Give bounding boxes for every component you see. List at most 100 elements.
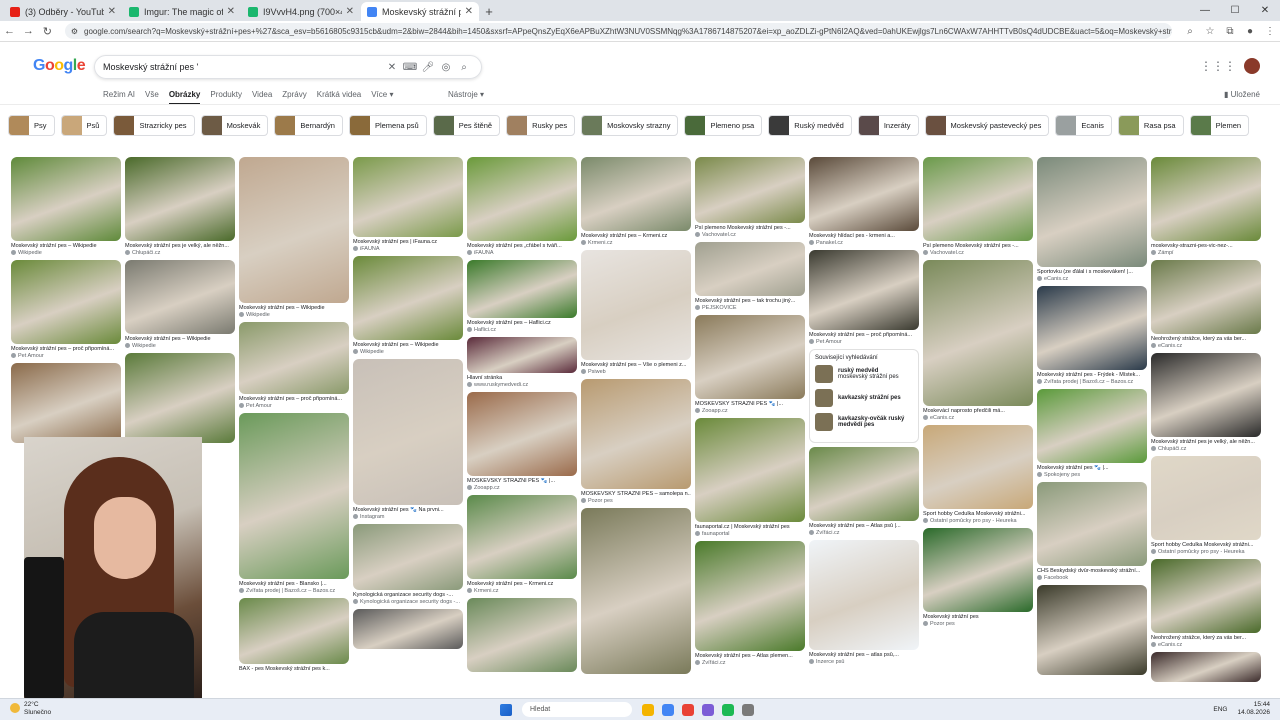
search-input[interactable]: Moskevský strážní pes ' <box>103 62 383 72</box>
weather-widget[interactable]: 22°C Slunečno <box>10 701 51 717</box>
result-image[interactable] <box>125 260 235 334</box>
image-result[interactable]: Moskevský strážní pes – Krmeni.cz Krmeni.… <box>467 495 577 594</box>
result-caption[interactable]: Moskevský strážní pes je velký, ale něžn… <box>1151 439 1261 445</box>
search-tab[interactable]: Více ▾ <box>371 90 393 105</box>
result-image[interactable] <box>125 353 235 443</box>
result-image[interactable] <box>467 495 577 579</box>
extensions-icon[interactable]: ⧉ <box>1220 26 1240 37</box>
back-icon[interactable]: ← <box>0 25 19 37</box>
image-result[interactable]: Psí plemeno Moskevský strážní pes -... Va… <box>695 157 805 238</box>
image-result[interactable]: MOSKEVSKÝ STRÁŽNÍ PES – samolepa n... Poz… <box>581 379 691 504</box>
result-source[interactable]: Facebook <box>1037 575 1147 581</box>
search-tab[interactable]: Produkty <box>210 90 242 105</box>
result-caption[interactable]: Neohrožený strážce, který za vás ber... <box>1151 635 1261 641</box>
image-result[interactable]: Moskevský strážní pes – Haflici.cz Haflic… <box>467 260 577 333</box>
result-image[interactable] <box>809 447 919 521</box>
image-result[interactable]: MOSKEVSKÝ STRÁŽNÍ PES 🐾 |... Zooapp.cz <box>467 392 577 491</box>
result-caption[interactable]: Moskevský strážní pes | iFauna.cz <box>353 239 463 245</box>
image-result[interactable]: Moskevský strážní pes – Vše o plemeni z.… <box>581 250 691 375</box>
avatar[interactable] <box>1244 58 1260 74</box>
result-image[interactable] <box>1037 286 1147 370</box>
result-image[interactable] <box>1037 585 1147 675</box>
image-result[interactable]: Moskevský strážní pes - Frýdek - Místek.… <box>1037 286 1147 385</box>
related-search-item[interactable]: kavkazsky-ovčák ruský medvědí pes <box>815 413 913 431</box>
refinement-chip[interactable]: Inzeráty <box>857 115 919 136</box>
result-source[interactable]: Pet Amour <box>809 339 919 345</box>
image-result[interactable]: Sport hobby Cedulka Moskevský strážni...… <box>923 425 1033 524</box>
image-result[interactable]: Psí plemeno Moskevský strážní pes -... Va… <box>923 157 1033 256</box>
result-image[interactable] <box>11 363 121 443</box>
browser-tab[interactable]: Imgur: The magic of the Intern ✕ <box>123 2 241 21</box>
maximize-icon[interactable]: ☐ <box>1220 0 1250 21</box>
image-result[interactable]: Sport hobby Cedulka Moskevský strážni...… <box>1151 456 1261 555</box>
image-result[interactable]: moskevsky-strazni-pes-vic-nez-... Zámpí <box>1151 157 1261 256</box>
result-caption[interactable]: MOSKEVSKÝ STRÁŽNÍ PES – samolepa n... <box>581 491 691 497</box>
result-caption[interactable]: Psí plemeno Moskevský strážní pes -... <box>695 225 805 231</box>
refinement-chip[interactable]: Psů <box>60 115 108 136</box>
tools-button[interactable]: Nástroje ▾ <box>448 90 484 99</box>
result-source[interactable]: Zvířata prodej | Bazoš.cz – Bazos.cz <box>1037 379 1147 385</box>
result-image[interactable] <box>467 337 577 373</box>
image-result[interactable]: Sportovku (ze ďálal i s moskeváken! |...… <box>1037 157 1147 282</box>
lens-icon[interactable]: ◎ <box>437 62 455 73</box>
result-source[interactable]: faunaportal <box>695 531 805 537</box>
result-image[interactable] <box>239 598 349 664</box>
result-source[interactable]: Wikipedie <box>353 349 463 355</box>
result-image[interactable] <box>353 359 463 505</box>
result-image[interactable] <box>695 315 805 399</box>
result-caption[interactable]: Neohrožený strážce, který za vás ber... <box>1151 336 1261 342</box>
image-result[interactable]: Moskevský strážní pes - Blansko |... Zvíř… <box>239 413 349 594</box>
result-image[interactable] <box>467 157 577 241</box>
result-image[interactable] <box>809 250 919 330</box>
site-info-icon[interactable]: ⚙ <box>71 27 78 36</box>
refinement-chip[interactable]: Moskevák <box>200 115 269 136</box>
result-image[interactable] <box>353 157 463 237</box>
result-source[interactable]: Chlupáči.cz <box>1151 446 1261 452</box>
refinement-chip[interactable]: Moskevský pastevecký pes <box>924 115 1050 136</box>
result-image[interactable] <box>467 598 577 672</box>
result-source[interactable]: www.ruskymedvedi.cz <box>467 382 577 388</box>
taskbar-app-icon[interactable] <box>742 703 754 716</box>
result-caption[interactable]: Moskevský strážní pes – Wikipedie <box>353 342 463 348</box>
result-image[interactable] <box>239 157 349 303</box>
image-result[interactable]: Moskevský strážní pes – proč připomíná..… <box>239 322 349 409</box>
result-image[interactable] <box>11 260 121 344</box>
profile-icon[interactable]: ● <box>1240 26 1260 37</box>
result-source[interactable]: Vachovatel.cz <box>695 232 805 238</box>
new-tab-button[interactable]: + <box>480 2 498 21</box>
refinement-chip[interactable]: Pes štěně <box>432 115 501 136</box>
search-tab[interactable]: Videa <box>252 90 272 105</box>
image-result[interactable]: Moskevský strážní pes 🐾 Na prvni... Insta… <box>353 359 463 520</box>
refinement-chip[interactable]: Moskovsky strazny <box>581 115 679 136</box>
result-caption[interactable]: Moskevský strážní pes – Wikipedie <box>11 243 121 249</box>
image-result[interactable]: Moskevský strážní pes – Wikipedie Wikiped… <box>11 157 121 256</box>
result-caption[interactable]: Moskevský strážní pes <box>923 614 1033 620</box>
google-logo[interactable]: Google <box>33 57 86 75</box>
result-source[interactable]: Krmeni.cz <box>467 588 577 594</box>
result-caption[interactable]: Sport hobby Cedulka Moskevský strážni... <box>1151 542 1261 548</box>
result-image[interactable] <box>581 157 691 231</box>
result-caption[interactable]: MOSKEVSKÝ STRÁŽNÍ PES 🐾 |... <box>467 478 577 484</box>
image-result[interactable]: Moskevský strážní pes – proč připomíná..… <box>11 260 121 359</box>
taskbar-app-icon[interactable] <box>642 703 654 716</box>
result-image[interactable] <box>1151 559 1261 633</box>
image-result[interactable]: Moskevský strážní pes 🐾 |... Spokojeny pe… <box>1037 389 1147 478</box>
refinement-chip[interactable]: Plemen <box>1189 115 1250 136</box>
clear-icon[interactable]: ✕ <box>383 62 401 73</box>
image-result[interactable] <box>353 609 463 649</box>
browser-tab[interactable]: Moskevský strážní pes - Hledá ✕ <box>361 2 479 21</box>
result-source[interactable]: Kynologická organizace security dogs -..… <box>353 599 463 605</box>
result-source[interactable]: Instagram <box>353 514 463 520</box>
result-source[interactable]: Krmeni.cz <box>581 240 691 246</box>
result-source[interactable]: Spokojeny pes <box>1037 472 1147 478</box>
result-caption[interactable]: Moskevský strážní pes 🐾 Na prvni... <box>353 507 463 513</box>
menu-icon[interactable]: ⋮ <box>1260 26 1280 37</box>
browser-tab[interactable]: I9VvvH4.png (700×466) ✕ <box>242 2 360 21</box>
keyboard-icon[interactable]: ⌨ <box>401 62 419 73</box>
result-source[interactable]: eCanis.cz <box>1037 276 1147 282</box>
result-source[interactable]: eCanis.cz <box>1151 343 1261 349</box>
image-result[interactable]: Moskevský strážní pes je velký, ale něžn… <box>1151 353 1261 452</box>
image-result[interactable]: Moskevský strážní pes – Wikipedie Wikiped… <box>125 260 235 349</box>
result-source[interactable]: Zooapp.cz <box>695 408 805 414</box>
image-result[interactable]: faunaportal.cz | Moskevský strážní pes fa… <box>695 418 805 537</box>
